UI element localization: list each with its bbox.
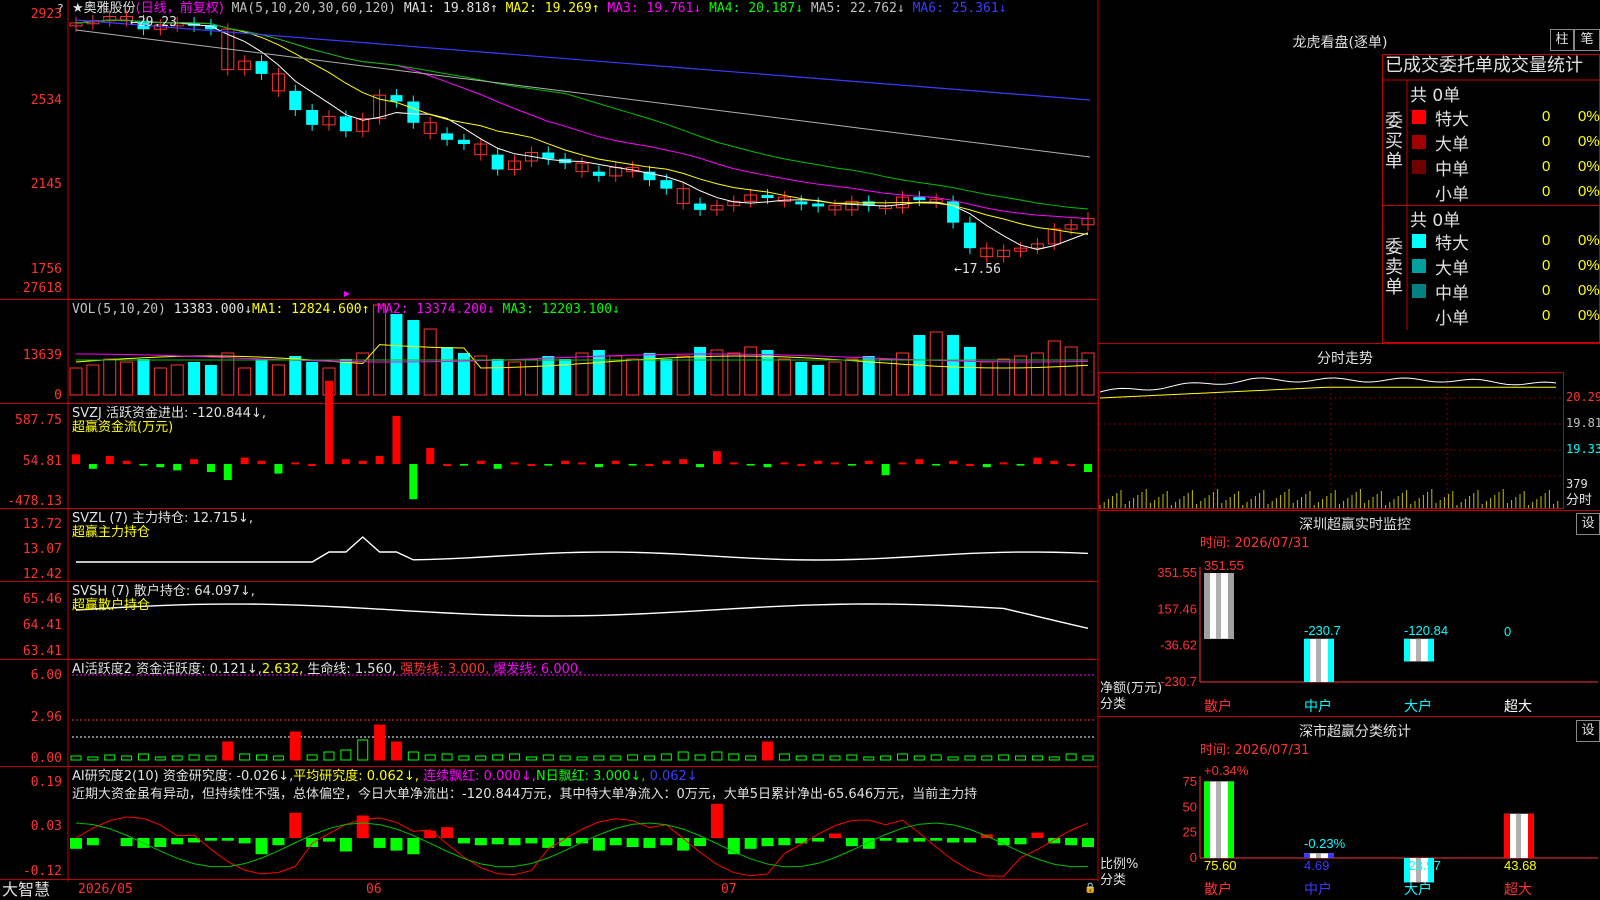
bar-y-tick: 75 <box>1183 774 1197 789</box>
bar-change-label: -0.23% <box>1304 836 1346 851</box>
category-bar <box>1204 781 1234 858</box>
bar-value-label: 4.69 <box>1304 858 1329 873</box>
bar-y-tick: 0 <box>1190 850 1197 865</box>
bar-category-label: 散户 <box>1204 881 1232 897</box>
bar-category-label: 超大 <box>1504 881 1532 897</box>
bar-edge-right <box>1228 781 1234 858</box>
bar-y-tick: 50 <box>1183 799 1197 814</box>
bar-shade <box>1216 781 1221 858</box>
bar-edge-left <box>1504 813 1510 858</box>
bar-value-label: -23.97 <box>1404 858 1441 873</box>
bar-shade <box>1516 813 1521 858</box>
bar-category-label: 中户 <box>1304 881 1332 897</box>
bar-category-label: 大户 <box>1404 881 1432 897</box>
bar-y-tick: 25 <box>1183 825 1197 840</box>
bar-change-label: +0.34% <box>1204 763 1249 778</box>
bar-value-label: 75.60 <box>1204 858 1237 873</box>
category-bar <box>1504 813 1534 858</box>
bar-edge-left <box>1204 781 1210 858</box>
sz-class-chart: 75 50 25 0 75.60 散户 4.69 中户 -23.97 大户 43.68 超大 +0.34… <box>1183 763 1598 897</box>
bar-edge-right <box>1528 813 1534 858</box>
bar-value-label: 43.68 <box>1504 858 1537 873</box>
